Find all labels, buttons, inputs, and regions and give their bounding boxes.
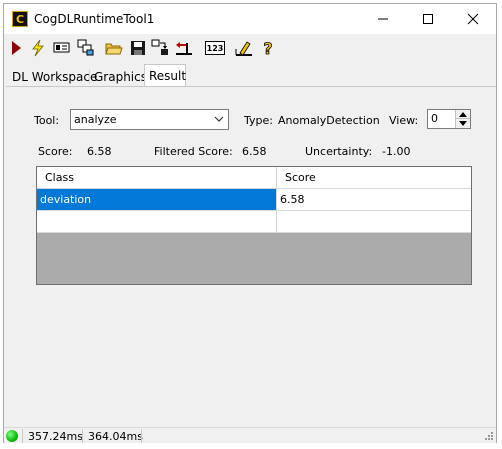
view-spinner-value: 0 — [431, 112, 438, 125]
maximize-icon — [423, 14, 433, 24]
uncertainty-label: Uncertainty: — [305, 145, 373, 158]
table-row[interactable] — [37, 211, 471, 233]
counter-button[interactable]: 123 — [204, 38, 226, 58]
table-header-row: Class Score — [37, 167, 471, 189]
counter-icon: 123 — [205, 41, 225, 55]
result-panel: Tool: analyze Type: AnomalyDetection Vie… — [6, 86, 496, 426]
spin-up-button[interactable] — [456, 110, 470, 119]
triangle-up-icon — [459, 111, 467, 117]
tab-result[interactable]: Result — [144, 64, 186, 87]
lightning-icon — [32, 39, 44, 57]
display-button[interactable] — [52, 38, 72, 58]
open-button[interactable] — [104, 38, 124, 58]
layers-icon — [77, 39, 94, 56]
svg-text:?: ? — [263, 39, 272, 57]
save-button[interactable] — [128, 38, 148, 58]
spin-down-button[interactable] — [456, 119, 470, 128]
app-window: C CogDLRuntimeTool1 123 ? DL Workspace G… — [3, 3, 497, 443]
resize-grip-icon[interactable] — [484, 431, 494, 441]
import-button[interactable] — [174, 38, 194, 58]
transfer-icon — [151, 39, 168, 55]
table-cell-class[interactable]: deviation — [37, 189, 277, 211]
filtered-score-value: 6.58 — [242, 145, 267, 158]
display-icon — [53, 42, 70, 53]
view-spinner[interactable]: 0 — [427, 109, 471, 129]
uncertainty-value: -1.00 — [382, 145, 411, 158]
status-divider — [22, 429, 23, 443]
edit-button[interactable] — [234, 38, 254, 58]
close-button[interactable] — [450, 4, 496, 34]
window-title: CogDLRuntimeTool1 — [34, 12, 155, 26]
tab-strip: DL Workspace Graphics Result — [6, 64, 496, 87]
table-cell-score[interactable] — [277, 211, 471, 233]
maximize-button[interactable] — [405, 4, 451, 34]
minimize-button[interactable] — [360, 4, 406, 34]
column-header-score[interactable]: Score — [277, 167, 471, 189]
status-bar: 357.24ms 364.04ms — [4, 427, 496, 443]
toolbar: 123 ? — [4, 34, 496, 62]
score-value: 6.58 — [87, 145, 112, 158]
status-divider — [82, 429, 83, 443]
type-label: Type: — [244, 114, 273, 127]
status-divider — [141, 429, 142, 443]
help-icon: ? — [263, 39, 273, 57]
tool-select[interactable]: analyze — [70, 109, 229, 130]
table-cell-score[interactable]: 6.58 — [277, 189, 471, 211]
transfer-button[interactable] — [150, 38, 170, 58]
app-logo-icon: C — [12, 11, 28, 27]
help-button[interactable]: ? — [258, 38, 278, 58]
svg-text:123: 123 — [207, 44, 224, 53]
layers-button[interactable] — [76, 38, 96, 58]
title-bar: C CogDLRuntimeTool1 — [4, 4, 496, 34]
triangle-down-icon — [459, 121, 467, 126]
tool-select-value: analyze — [74, 113, 117, 126]
minimize-icon — [378, 18, 388, 20]
tab-graphics[interactable]: Graphics — [90, 68, 151, 86]
column-header-class[interactable]: Class — [37, 167, 277, 189]
import-icon — [176, 42, 192, 55]
view-label: View: — [389, 114, 419, 127]
table-row[interactable]: deviation 6.58 — [37, 189, 471, 211]
tab-dl-workspace[interactable]: DL Workspace — [8, 68, 101, 86]
edit-icon — [235, 41, 252, 56]
results-table[interactable]: Class Score deviation 6.58 — [36, 166, 472, 285]
score-label: Score: — [38, 145, 73, 158]
table-cell-class[interactable] — [37, 211, 277, 233]
run-button[interactable] — [6, 38, 26, 58]
status-indicator-icon — [6, 430, 18, 442]
status-time-1: 357.24ms — [28, 430, 83, 443]
type-value: AnomalyDetection — [278, 114, 380, 127]
view-spinner-buttons — [455, 110, 470, 128]
electric-button[interactable] — [28, 38, 48, 58]
status-time-2: 364.04ms — [88, 430, 143, 443]
save-disk-icon — [131, 41, 145, 55]
chevron-down-icon — [214, 116, 224, 122]
filtered-score-label: Filtered Score: — [154, 145, 233, 158]
close-icon — [467, 13, 479, 25]
open-folder-icon — [105, 43, 123, 55]
run-arrow-icon — [12, 41, 21, 55]
tool-label: Tool: — [34, 114, 60, 127]
